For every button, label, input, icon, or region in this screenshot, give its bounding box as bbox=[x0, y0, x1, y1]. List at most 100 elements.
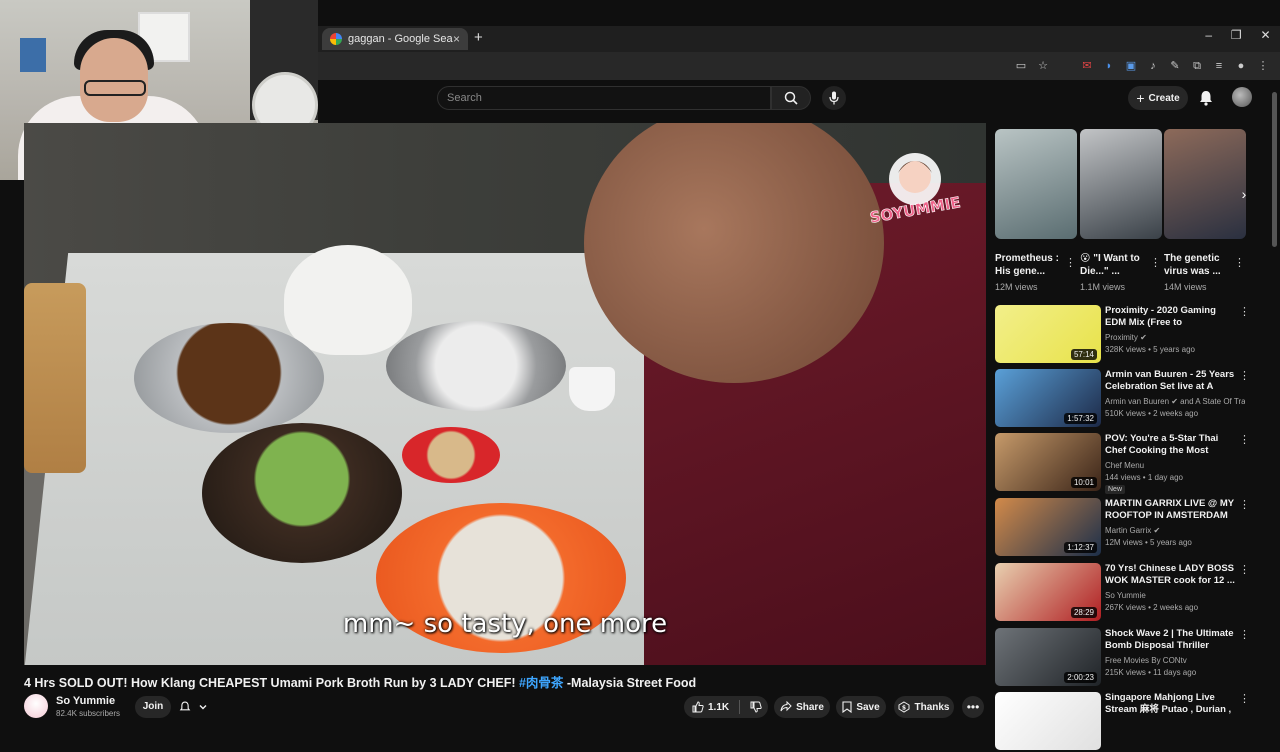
scrollbar[interactable] bbox=[1272, 92, 1277, 247]
video-player[interactable]: SOYUMMIE mm~ so tasty, one more bbox=[24, 123, 986, 665]
short-menu-icon[interactable]: ⋮ bbox=[1234, 256, 1245, 269]
recommendation-title[interactable]: 70 Yrs! Chinese LADY BOSS WOK MASTER coo… bbox=[1105, 563, 1237, 588]
join-button[interactable]: Join bbox=[135, 696, 171, 718]
extension-icon[interactable]: ◗ bbox=[1102, 59, 1116, 73]
recommendation-title[interactable]: Proximity - 2020 Gaming EDM Mix (Free to… bbox=[1105, 305, 1237, 330]
bookmark-star-icon[interactable]: ☆ bbox=[1036, 59, 1050, 73]
recommendation-item[interactable]: 2:00:23 Shock Wave 2 | The Ultimate Bomb … bbox=[995, 628, 1260, 688]
video-duration: 28:29 bbox=[1070, 607, 1097, 618]
short-title[interactable]: The genetic virus was ... bbox=[1164, 252, 1234, 280]
recommendation-menu-icon[interactable]: ⋮ bbox=[1239, 692, 1250, 705]
recommendation-channel[interactable]: Free Movies By CONtv bbox=[1105, 656, 1245, 665]
tab-title: gaggan - Google Search bbox=[348, 33, 453, 45]
teapot-image bbox=[284, 245, 412, 355]
recommendation-item[interactable]: Singapore Mahjong Live Stream 麻将 Putao ,… bbox=[995, 692, 1260, 752]
puzzle-icon[interactable]: ⧉ bbox=[1190, 59, 1204, 73]
close-window-button[interactable]: ✕ bbox=[1261, 28, 1271, 48]
recommendation-menu-icon[interactable]: ⋮ bbox=[1239, 498, 1250, 511]
hashtag-link[interactable]: #肉骨茶 bbox=[519, 676, 563, 690]
subscriber-count: 82.4K subscribers bbox=[56, 709, 121, 718]
like-count: 1.1K bbox=[708, 701, 730, 713]
recommendation-channel[interactable]: Martin Garrix ✔ bbox=[1105, 526, 1245, 535]
share-label: Share bbox=[796, 701, 824, 713]
cast-icon[interactable]: ▭ bbox=[1014, 59, 1028, 73]
speaker-icon[interactable]: ♪ bbox=[1146, 59, 1160, 73]
short-thumbnail[interactable] bbox=[1164, 129, 1246, 239]
extension-icon[interactable]: ▣ bbox=[1124, 59, 1138, 73]
voice-search-button[interactable] bbox=[822, 86, 846, 110]
recommendation-item[interactable]: 1:12:37 MARTIN GARRIX LIVE @ MY ROOFTOP I… bbox=[995, 498, 1260, 558]
recommendation-title[interactable]: POV: You're a 5-Star Thai Chef Cooking t… bbox=[1105, 433, 1237, 458]
short-menu-icon[interactable]: ⋮ bbox=[1150, 256, 1161, 269]
recommendation-channel[interactable]: Proximity ✔ bbox=[1105, 333, 1245, 342]
recommendation-menu-icon[interactable]: ⋮ bbox=[1239, 433, 1250, 446]
extension-icon[interactable]: ✎ bbox=[1168, 59, 1182, 73]
video-title-text: 4 Hrs SOLD OUT! How Klang CHEAPEST Umami… bbox=[24, 676, 519, 690]
short-title[interactable]: Prometheus : His gene... bbox=[995, 252, 1065, 280]
bell-icon bbox=[1200, 91, 1212, 106]
bookmark-icon bbox=[842, 701, 852, 713]
chevron-down-icon bbox=[199, 705, 207, 710]
recommendation-channel[interactable]: Armin van Buuren ✔ and A State Of Tra... bbox=[1105, 397, 1245, 406]
search-button[interactable] bbox=[771, 86, 811, 110]
restore-button[interactable]: ❐ bbox=[1231, 28, 1242, 48]
short-title[interactable]: 😮 "I Want to Die..." ... bbox=[1080, 252, 1150, 280]
more-actions-button[interactable]: ••• bbox=[962, 696, 984, 718]
recommendation-menu-icon[interactable]: ⋮ bbox=[1239, 369, 1250, 382]
recommendation-title[interactable]: MARTIN GARRIX LIVE @ MY ROOFTOP IN AMSTE… bbox=[1105, 498, 1237, 523]
recommendation-item[interactable]: 10:01 POV: You're a 5-Star Thai Chef Cook… bbox=[995, 433, 1260, 494]
recommendation-title[interactable]: Shock Wave 2 | The Ultimate Bomb Disposa… bbox=[1105, 628, 1237, 653]
recommendation-channel[interactable]: So Yummie bbox=[1105, 591, 1245, 600]
recommendation-title[interactable]: Armin van Buuren - 25 Years Celebration … bbox=[1105, 369, 1237, 394]
recommendation-meta: 328K views • 5 years ago bbox=[1105, 345, 1195, 354]
recommendation-item[interactable]: 57:14 Proximity - 2020 Gaming EDM Mix (Fr… bbox=[995, 305, 1260, 365]
save-button[interactable]: Save bbox=[836, 696, 886, 718]
recommendation-item[interactable]: 1:57:32 Armin van Buuren - 25 Years Celeb… bbox=[995, 369, 1260, 429]
thumbs-down-icon[interactable] bbox=[750, 701, 762, 713]
video-title: 4 Hrs SOLD OUT! How Klang CHEAPEST Umami… bbox=[24, 672, 986, 690]
channel-watermark-logo: SOYUMMIE bbox=[868, 153, 962, 227]
window-controls: – ❐ ✕ bbox=[1196, 28, 1280, 48]
recommendation-thumbnail[interactable]: 10:01 bbox=[995, 433, 1101, 491]
search-input[interactable]: Search bbox=[437, 86, 771, 110]
like-button[interactable]: 1.1K bbox=[684, 696, 768, 718]
tab-close-icon[interactable]: × bbox=[453, 32, 460, 46]
new-tab-button[interactable]: + bbox=[474, 30, 488, 46]
gmail-extension-icon[interactable]: ✉ bbox=[1080, 59, 1094, 73]
recommendation-thumbnail[interactable]: 1:57:32 bbox=[995, 369, 1101, 427]
create-button[interactable]: + Create bbox=[1128, 86, 1188, 110]
recommendation-menu-icon[interactable]: ⋮ bbox=[1239, 305, 1250, 318]
chevron-right-icon[interactable]: › bbox=[1234, 186, 1254, 208]
channel-name[interactable]: So Yummie bbox=[56, 695, 136, 707]
account-avatar[interactable] bbox=[1232, 87, 1252, 107]
short-menu-icon[interactable]: ⋮ bbox=[1065, 256, 1076, 269]
extension-icon[interactable]: ≡ bbox=[1212, 59, 1226, 73]
video-title-tail: -Malaysia Street Food bbox=[563, 676, 697, 690]
bell-icon bbox=[179, 701, 191, 711]
recommendation-channel[interactable]: Chef Menu bbox=[1105, 461, 1245, 470]
recommendation-menu-icon[interactable]: ⋮ bbox=[1239, 628, 1250, 641]
recommendation-item[interactable]: 28:29 70 Yrs! Chinese LADY BOSS WOK MASTE… bbox=[995, 563, 1260, 623]
channel-avatar[interactable] bbox=[24, 694, 48, 718]
short-thumbnail[interactable] bbox=[995, 129, 1077, 239]
notifications-button[interactable] bbox=[1196, 88, 1216, 108]
short-thumbnail[interactable] bbox=[1080, 129, 1162, 239]
recommendation-thumbnail[interactable]: 28:29 bbox=[995, 563, 1101, 621]
recommendation-meta: 144 views • 1 day ago bbox=[1105, 473, 1183, 482]
svg-text:$: $ bbox=[902, 705, 906, 712]
create-label: Create bbox=[1148, 92, 1180, 104]
share-button[interactable]: Share bbox=[774, 696, 830, 718]
subscription-bell-button[interactable] bbox=[178, 696, 218, 718]
recommendation-thumbnail[interactable]: 2:00:23 bbox=[995, 628, 1101, 686]
recommendation-thumbnail[interactable] bbox=[995, 692, 1101, 750]
plus-icon: + bbox=[1136, 90, 1145, 106]
menu-kebab-icon[interactable]: ⋮ bbox=[1256, 59, 1270, 73]
recommendation-thumbnail[interactable]: 1:12:37 bbox=[995, 498, 1101, 556]
recommendation-menu-icon[interactable]: ⋮ bbox=[1239, 563, 1250, 576]
browser-tab[interactable]: gaggan - Google Search × bbox=[322, 28, 468, 50]
minimize-button[interactable]: – bbox=[1205, 28, 1212, 48]
thanks-button[interactable]: $ Thanks bbox=[894, 696, 954, 718]
profile-icon[interactable]: ● bbox=[1234, 59, 1248, 73]
recommendation-title[interactable]: Singapore Mahjong Live Stream 麻将 Putao ,… bbox=[1105, 692, 1237, 717]
recommendation-thumbnail[interactable]: 57:14 bbox=[995, 305, 1101, 363]
